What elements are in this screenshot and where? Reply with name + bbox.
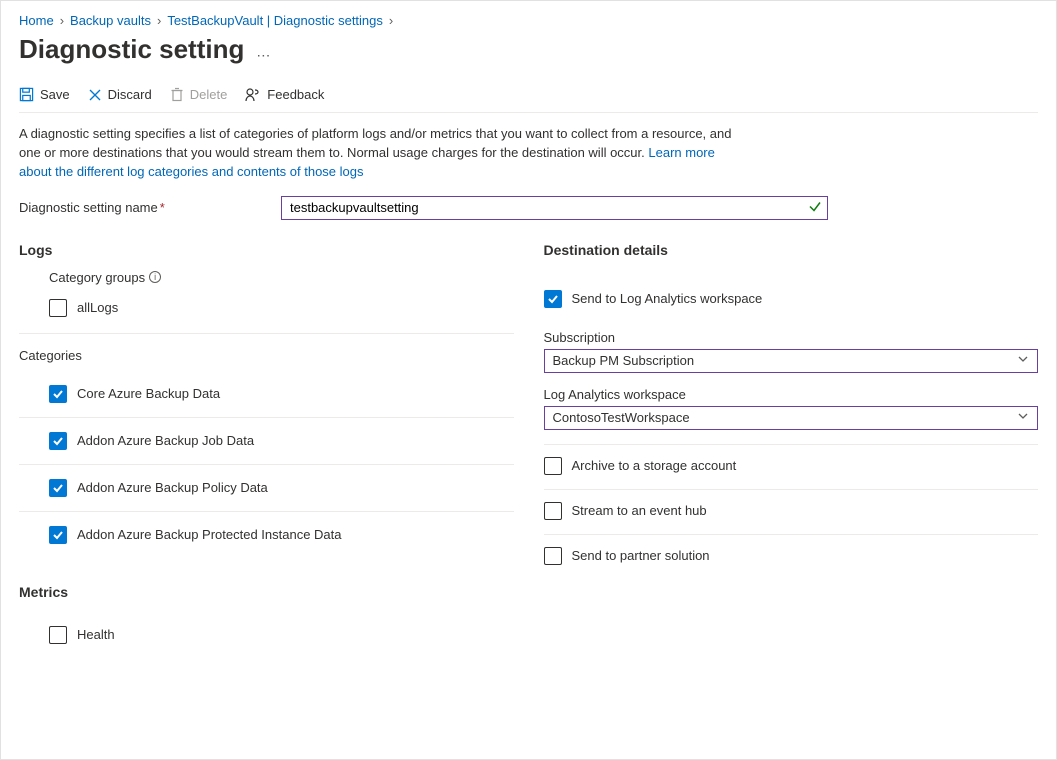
save-icon — [19, 87, 34, 102]
archive-label[interactable]: Archive to a storage account — [572, 458, 737, 473]
destination-column: Destination details Send to Log Analytic… — [544, 242, 1039, 658]
logs-column: Logs Category groups i allLogs Categorie… — [19, 242, 514, 658]
workspace-dropdown[interactable]: ContosoTestWorkspace — [544, 406, 1039, 430]
discard-label: Discard — [108, 87, 152, 102]
delete-icon — [170, 87, 184, 102]
checkbox-health[interactable] — [49, 626, 67, 644]
breadcrumb-home[interactable]: Home — [19, 13, 54, 28]
metrics-heading: Metrics — [19, 584, 514, 600]
chevron-down-icon — [1017, 353, 1029, 368]
required-asterisk: * — [160, 200, 165, 215]
save-label: Save — [40, 87, 70, 102]
category-label[interactable]: Core Azure Backup Data — [77, 386, 220, 401]
chevron-right-icon: › — [389, 13, 393, 28]
categories-heading: Categories — [19, 348, 514, 363]
partner-label[interactable]: Send to partner solution — [572, 548, 710, 563]
checkbox-addon-policy-data[interactable] — [49, 479, 67, 497]
save-button[interactable]: Save — [19, 87, 70, 102]
workspace-label: Log Analytics workspace — [544, 387, 1039, 402]
category-groups-heading: Category groups i — [19, 270, 514, 285]
delete-label: Delete — [190, 87, 228, 102]
validation-check-icon — [808, 199, 822, 216]
feedback-icon — [245, 87, 261, 102]
page-description: A diagnostic setting specifies a list of… — [19, 125, 739, 182]
setting-name-label: Diagnostic setting name* — [19, 200, 269, 215]
send-la-label[interactable]: Send to Log Analytics workspace — [572, 291, 763, 306]
checkbox-alllogs[interactable] — [49, 299, 67, 317]
discard-icon — [88, 88, 102, 102]
checkbox-stream-event-hub[interactable] — [544, 502, 562, 520]
setting-name-input[interactable] — [281, 196, 828, 220]
chevron-right-icon: › — [157, 13, 161, 28]
subscription-value: Backup PM Subscription — [553, 353, 695, 368]
delete-button: Delete — [170, 87, 228, 102]
category-label[interactable]: Addon Azure Backup Policy Data — [77, 480, 268, 495]
breadcrumb-backup-vaults[interactable]: Backup vaults — [70, 13, 151, 28]
workspace-value: ContosoTestWorkspace — [553, 410, 690, 425]
breadcrumb-diagnostic-settings[interactable]: TestBackupVault | Diagnostic settings — [167, 13, 383, 28]
stream-label[interactable]: Stream to an event hub — [572, 503, 707, 518]
subscription-label: Subscription — [544, 330, 1039, 345]
more-menu-icon[interactable]: ⋯ — [256, 47, 271, 64]
logs-heading: Logs — [19, 242, 514, 258]
destination-heading: Destination details — [544, 242, 1039, 258]
checkbox-addon-job-data[interactable] — [49, 432, 67, 450]
toolbar: Save Discard Delete Feedback — [19, 87, 1038, 113]
checkbox-core-azure-backup-data[interactable] — [49, 385, 67, 403]
metric-label[interactable]: Health — [77, 627, 115, 642]
category-label[interactable]: Addon Azure Backup Protected Instance Da… — [77, 527, 342, 542]
info-icon[interactable]: i — [149, 271, 161, 283]
subscription-dropdown[interactable]: Backup PM Subscription — [544, 349, 1039, 373]
breadcrumb: Home › Backup vaults › TestBackupVault |… — [19, 13, 1038, 28]
checkbox-addon-protected-instance-data[interactable] — [49, 526, 67, 544]
alllogs-label[interactable]: allLogs — [77, 300, 118, 315]
category-label[interactable]: Addon Azure Backup Job Data — [77, 433, 254, 448]
description-text: A diagnostic setting specifies a list of… — [19, 126, 731, 160]
feedback-button[interactable]: Feedback — [245, 87, 324, 102]
checkbox-send-la[interactable] — [544, 290, 562, 308]
checkbox-archive-storage[interactable] — [544, 457, 562, 475]
page-title: Diagnostic setting — [19, 34, 244, 65]
discard-button[interactable]: Discard — [88, 87, 152, 102]
feedback-label: Feedback — [267, 87, 324, 102]
checkbox-partner-solution[interactable] — [544, 547, 562, 565]
chevron-right-icon: › — [60, 13, 64, 28]
chevron-down-icon — [1017, 410, 1029, 425]
